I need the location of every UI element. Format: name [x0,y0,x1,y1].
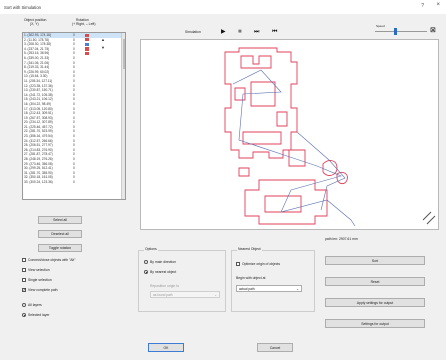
resize-grip-icon [422,211,436,225]
stop-icon[interactable]: ■ [238,28,242,36]
radio-dot[interactable] [22,303,26,307]
contour-main [224,47,298,159]
help-button[interactable]: ? [421,3,424,9]
begin-with-value: actual path [239,286,255,291]
view-selection-checkbox[interactable]: View selection [22,268,50,272]
rewind-icon[interactable]: ⏮ [272,28,277,36]
scrollbar-thumb[interactable] [122,39,125,69]
reset-button[interactable]: Reset [325,277,425,286]
checkbox-box[interactable] [22,278,26,282]
deselect-all-button[interactable]: Deselect all [38,230,82,238]
apply-settings-button[interactable]: Apply settings for output [325,298,425,307]
move-down-icon[interactable]: ▼ [100,46,106,50]
reposition-select[interactable]: as-found path ⌄ [150,291,220,298]
contour-inner-top [240,55,272,69]
fit-view-icon[interactable]: ⊠ [430,27,436,35]
simulation-label: Simulation [185,30,201,34]
contour-small-3 [238,167,250,177]
begin-with-label: Begin with object at [236,276,266,280]
chevron-down-icon: ⌄ [296,287,299,291]
column-header-position-sub: (X, Y) [30,22,39,26]
layer-color-swatch [85,38,89,42]
travel-path-2 [296,131,346,211]
window-title: Sort with Simulation [4,4,42,10]
selected-layer-radio[interactable]: Selected layer [22,313,50,317]
list-scrollbar[interactable] [121,33,125,199]
title-bar: Sort with Simulation ? × [0,0,446,14]
object-rotation: 0 [73,180,75,184]
single-selection-checkbox[interactable]: Single selection [22,278,52,282]
checkbox-label: Optimize origin of objects [242,262,281,266]
checkbox-box[interactable] [22,268,26,272]
contour-lower-inner [264,195,302,213]
optimize-origin-checkbox[interactable]: Optimize origin of objects [236,262,280,266]
speed-slider-track[interactable] [375,31,427,32]
step-forward-icon[interactable]: ⏭ [254,28,259,36]
settings-output-button[interactable]: Settings for output [325,319,425,328]
checkbox-label: Connect/close objects with "Alt" [28,258,76,262]
simulation-canvas[interactable] [140,39,439,230]
view-complete-path-checkbox[interactable]: View complete path [22,287,58,293]
contour-small-2 [336,171,348,185]
close-button[interactable]: × [436,2,440,8]
layer-color-swatch [85,33,89,37]
object-list[interactable]: 1. (302.93, 174.16) 0 2. (11.50, 178.78) 0 3… [22,32,126,200]
begin-with-select[interactable]: actual path ⌄ [236,285,302,292]
list-item[interactable]: 33. (300.24, 123.36) 0 [23,180,125,185]
toggle-rotation-button[interactable]: Toggle rotation [38,244,82,252]
radio-dot[interactable] [144,260,148,264]
by-main-direction-radio[interactable]: By main direction [144,260,176,264]
layer-color-swatch [85,42,89,47]
checkbox-box[interactable] [236,262,240,266]
radio-label: Selected layer [28,313,50,317]
chevron-down-icon: ⌄ [214,293,217,297]
checkbox-label: Single selection [28,278,52,282]
sort-button[interactable]: Sort [325,256,425,265]
contour-mid [288,149,306,167]
cancel-button[interactable]: Cancel [257,343,293,352]
radio-dot[interactable] [22,313,26,317]
options-group-title: Options [144,247,158,251]
connect-close-checkbox[interactable]: Connect/close objects with "Alt" [22,258,75,262]
radio-label: All layers [28,303,42,307]
checkbox-box[interactable] [22,287,26,293]
contour-inner-right [276,111,288,127]
radio-dot[interactable] [144,270,148,274]
checkbox-box[interactable] [22,258,26,262]
nearest-object-group-title: Nearest Object [237,247,262,251]
radio-label: By main direction [150,260,177,264]
path-length-readout: path len: 2907.61 mm [325,237,358,241]
path-preview [224,47,436,227]
column-header-rotation-sub: (+ Right, – Left) [72,22,96,26]
reposition-value: as-found path [153,292,173,297]
play-icon[interactable]: ▶ [221,28,226,36]
layer-color-swatch [85,47,89,51]
checkbox-label: View complete path [28,288,58,292]
contour-inner-bottom [242,131,282,145]
by-nearest-object-radio[interactable]: By nearest object [144,270,176,274]
sort-simulation-dialog: Sort with Simulation ? × Object position… [0,0,446,360]
layer-color-swatch [85,52,89,56]
all-layers-radio[interactable]: All layers [22,303,42,307]
contour-lower [244,179,328,225]
speed-label: Speed [376,24,385,28]
travel-path [232,69,356,227]
radio-label: By nearest object [150,270,177,274]
speed-slider-thumb[interactable] [394,28,397,35]
object-position: 33. (300.24, 123.36) [24,180,53,184]
select-all-button[interactable]: Select all [38,216,82,224]
ok-button[interactable]: OK [148,343,184,352]
move-up-icon[interactable]: ▲ [100,38,106,42]
contour-inner-center [250,81,276,107]
reposition-label: Reposition origin to [150,284,180,288]
checkbox-label: View selection [28,268,50,272]
nearest-object-group [231,250,315,312]
